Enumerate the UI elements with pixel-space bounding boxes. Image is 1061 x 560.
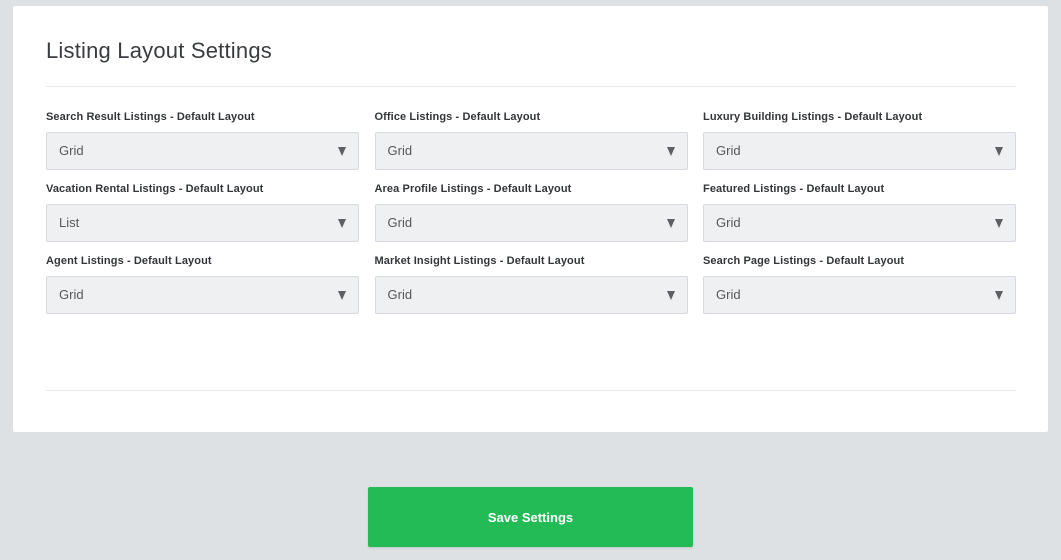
select-value: Grid: [59, 143, 84, 158]
caret-down-icon: [666, 219, 675, 228]
caret-down-icon: [338, 291, 346, 300]
select-value: Grid: [716, 287, 741, 302]
select-value: Grid: [59, 287, 84, 302]
field-label: Search Result Listings - Default Layout: [46, 111, 255, 123]
caret-down-icon: [995, 291, 1003, 300]
field-market-insight-listings: Market Insight Listings - Default Layout…: [374, 254, 688, 314]
caret-down-icon: [995, 147, 1003, 156]
select-value: Grid: [716, 143, 741, 158]
field-area-profile-listings: Area Profile Listings - Default Layout G…: [374, 182, 688, 242]
field-label: Vacation Rental Listings - Default Layou…: [46, 183, 264, 195]
office-layout-select[interactable]: Grid: [374, 132, 688, 170]
title-divider: [46, 86, 1016, 87]
select-value: Grid: [387, 215, 413, 230]
field-search-result-listings: Search Result Listings - Default Layout …: [46, 110, 359, 170]
caret-down-icon: [338, 219, 346, 228]
search-result-layout-select[interactable]: Grid: [46, 132, 359, 170]
field-label: Luxury Building Listings - Default Layou…: [703, 111, 923, 123]
select-value: Grid: [387, 143, 413, 158]
area-profile-layout-select[interactable]: Grid: [374, 204, 688, 242]
field-office-listings: Office Listings - Default Layout Grid: [374, 110, 688, 170]
field-label: Area Profile Listings - Default Layout: [374, 183, 572, 195]
market-insight-layout-select[interactable]: Grid: [374, 276, 688, 314]
settings-grid: Search Result Listings - Default Layout …: [46, 110, 1016, 314]
caret-down-icon: [995, 219, 1003, 228]
select-value: List: [59, 215, 80, 230]
field-label: Office Listings - Default Layout: [374, 111, 541, 123]
agent-layout-select[interactable]: Grid: [46, 276, 359, 314]
field-label: Agent Listings - Default Layout: [46, 255, 212, 267]
field-search-page-listings: Search Page Listings - Default Layout Gr…: [703, 254, 1016, 314]
caret-down-icon: [666, 147, 675, 156]
field-luxury-building-listings: Luxury Building Listings - Default Layou…: [703, 110, 1016, 170]
field-featured-listings: Featured Listings - Default Layout Grid: [703, 182, 1016, 242]
luxury-building-layout-select[interactable]: Grid: [703, 132, 1016, 170]
vacation-rental-layout-select[interactable]: List: [46, 204, 359, 242]
footer-divider: [46, 390, 1016, 391]
featured-layout-select[interactable]: Grid: [703, 204, 1016, 242]
caret-down-icon: [338, 147, 346, 156]
select-value: Grid: [387, 287, 413, 302]
caret-down-icon: [666, 291, 675, 300]
select-value: Grid: [716, 215, 741, 230]
field-label: Featured Listings - Default Layout: [703, 183, 885, 195]
save-settings-button[interactable]: Save Settings: [368, 487, 693, 547]
field-label: Search Page Listings - Default Layout: [703, 255, 905, 267]
field-vacation-rental-listings: Vacation Rental Listings - Default Layou…: [46, 182, 359, 242]
field-label: Market Insight Listings - Default Layout: [374, 255, 585, 267]
search-page-layout-select[interactable]: Grid: [703, 276, 1016, 314]
settings-panel: Listing Layout Settings Search Result Li…: [13, 6, 1048, 432]
page-title: Listing Layout Settings: [46, 38, 272, 63]
field-agent-listings: Agent Listings - Default Layout Grid: [46, 254, 359, 314]
